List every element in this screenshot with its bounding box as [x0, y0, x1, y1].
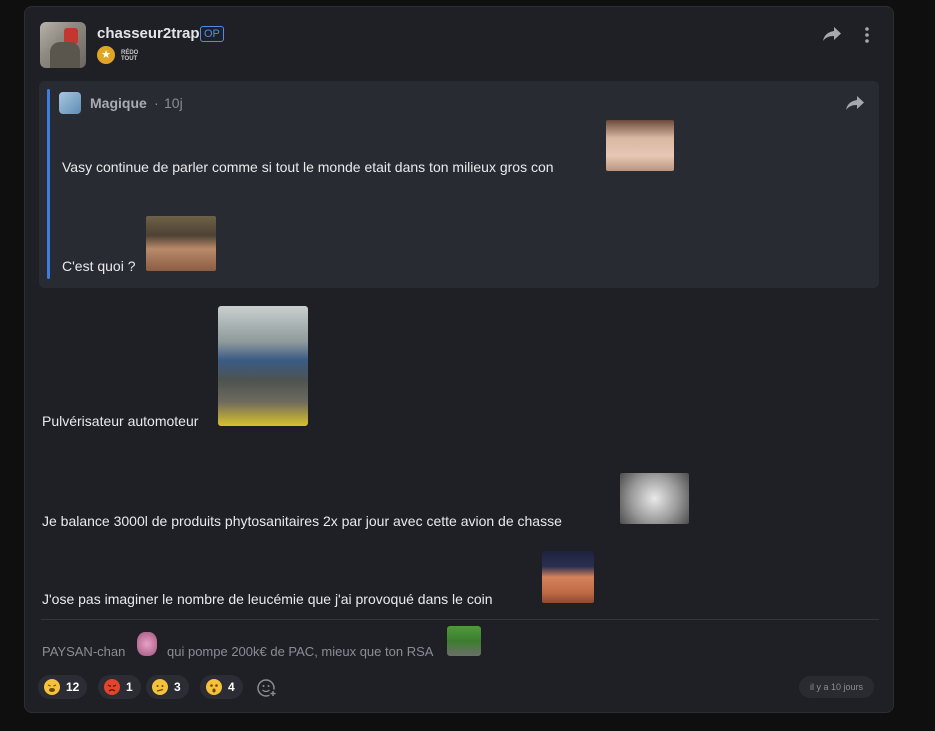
star-badge-icon: ★: [97, 46, 115, 64]
reaction-button[interactable]: 12: [38, 675, 88, 699]
quote-text-line: Vasy continue de parler comme si tout le…: [62, 159, 554, 175]
sticker-image: [606, 120, 674, 171]
signature-text: qui pompe 200k€ de PAC, mieux que ton RS…: [167, 644, 434, 659]
quote-author-avatar[interactable]: [59, 92, 81, 114]
sticker-image: [447, 626, 481, 656]
more-options-icon[interactable]: [861, 26, 873, 44]
avatar-detail: [50, 42, 80, 68]
quoted-message: Magique · 10j Vasy continue de parler co…: [39, 81, 879, 288]
reaction-count: 1: [126, 680, 133, 694]
post-text-line: Je balance 3000l de produits phytosanita…: [42, 513, 562, 529]
user-avatar[interactable]: [40, 22, 86, 68]
reaction-button[interactable]: 1: [98, 675, 141, 699]
signature-text: PAYSAN-chan: [42, 644, 126, 659]
sticker-image: [146, 216, 216, 271]
reaction-count: 3: [174, 680, 181, 694]
sticker-image: [542, 551, 594, 603]
post-card: chasseur2trap OP ★ RÉDO TOUT Magique · 1…: [24, 6, 894, 713]
quote-bar: [47, 89, 50, 279]
reaction-button[interactable]: 4: [200, 675, 243, 699]
angry-face-emoji-icon: [104, 679, 120, 695]
post-text-line: J'ose pas imaginer le nombre de leucémie…: [42, 591, 493, 607]
sticker-image: [620, 473, 689, 524]
op-badge: OP: [200, 26, 224, 42]
post-text-line: Pulvérisateur automoteur: [42, 413, 199, 429]
post-timestamp: il y a 10 jours: [799, 676, 875, 698]
tired-face-emoji-icon: [44, 679, 60, 695]
astonished-face-emoji-icon: [206, 679, 222, 695]
user-badge: RÉDO TOUT: [121, 50, 139, 62]
quote-text-line: C'est quoi ?: [62, 258, 136, 274]
username[interactable]: chasseur2trap: [97, 25, 200, 42]
quote-time: 10j: [164, 95, 183, 111]
confused-face-emoji-icon: [152, 679, 168, 695]
signature-divider: [41, 619, 879, 620]
share-icon[interactable]: [845, 94, 865, 112]
add-reaction-icon[interactable]: [256, 677, 278, 699]
reaction-count: 12: [66, 680, 80, 694]
reaction-count: 4: [228, 680, 235, 694]
sticker-image: [137, 632, 157, 656]
tractor-photo[interactable]: [218, 306, 308, 426]
reaction-button[interactable]: 3: [146, 675, 189, 699]
share-icon[interactable]: [822, 25, 842, 43]
quote-author[interactable]: Magique: [90, 95, 147, 111]
quote-separator: ·: [154, 95, 159, 111]
